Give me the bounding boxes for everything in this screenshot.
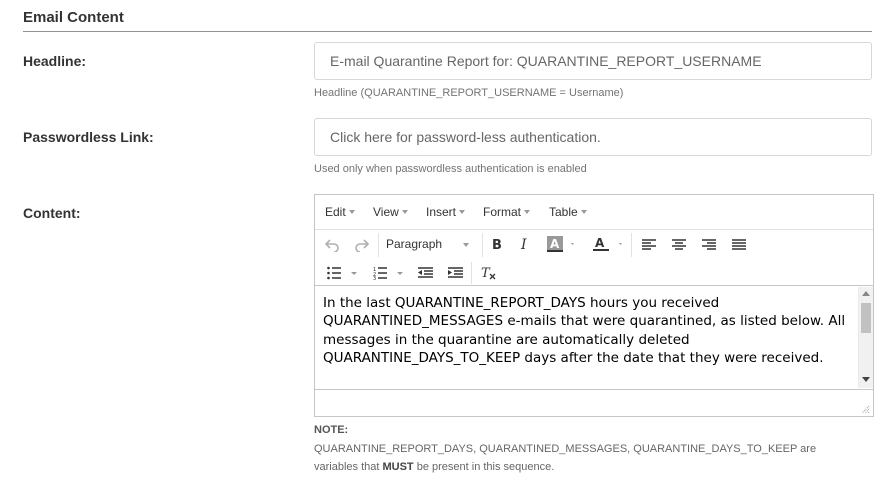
menu-format-label: Format xyxy=(483,205,522,219)
background-color-icon: A xyxy=(547,236,574,252)
note-label: NOTE: xyxy=(314,424,349,436)
svg-text:3: 3 xyxy=(373,276,376,280)
scroll-thumb[interactable] xyxy=(861,303,871,333)
menu-table[interactable]: Table xyxy=(549,205,587,219)
menu-insert-label: Insert xyxy=(426,205,457,219)
clear-formatting-button[interactable]: T xyxy=(481,266,497,280)
undo-icon xyxy=(324,239,339,252)
menu-view[interactable]: View xyxy=(373,205,408,219)
text-color-icon: A xyxy=(593,236,622,251)
svg-text:I: I xyxy=(520,237,527,251)
indent-icon xyxy=(448,267,463,278)
scroll-up-icon[interactable] xyxy=(862,291,870,297)
block-format-select[interactable]: Paragraph xyxy=(386,237,478,251)
headline-help: Headline (QUARANTINE_REPORT_USERNAME = U… xyxy=(314,87,624,99)
clear-formatting-icon: T xyxy=(481,266,496,280)
background-color-button[interactable]: A xyxy=(546,235,576,253)
editor-menubar: Edit View Insert Format Table xyxy=(315,195,873,230)
note-must: MUST xyxy=(382,461,414,473)
align-right-icon xyxy=(702,239,716,250)
menu-view-label: View xyxy=(373,205,399,219)
note-text: QUARANTINE_REPORT_DAYS, QUARANTINED_MESS… xyxy=(314,440,874,476)
menu-insert[interactable]: Insert xyxy=(426,205,466,219)
chevron-down-icon xyxy=(524,210,531,214)
redo-button[interactable] xyxy=(354,238,370,252)
menu-edit[interactable]: Edit xyxy=(325,205,355,219)
align-left-button[interactable] xyxy=(642,239,656,251)
note-prefix: variables that xyxy=(314,461,383,473)
toolbar-separator xyxy=(471,262,472,284)
align-center-button[interactable] xyxy=(672,239,686,251)
outdent-button[interactable] xyxy=(418,267,433,279)
note-suffix: be present in this sequence. xyxy=(413,461,555,473)
passwordless-help: Used only when passwordless authenticati… xyxy=(314,163,587,175)
outdent-icon xyxy=(418,267,433,278)
redo-icon xyxy=(355,239,370,252)
text-color-button[interactable]: A xyxy=(592,235,624,253)
toolbar-separator xyxy=(378,233,379,257)
bullet-list-icon xyxy=(327,266,357,280)
editor-toolbar: Paragraph B I A A 1 2 3 T xyxy=(315,230,873,286)
headline-label: Headline: xyxy=(23,53,87,69)
align-justify-button[interactable] xyxy=(732,239,746,251)
chevron-down-icon xyxy=(348,210,355,214)
chevron-down-icon xyxy=(401,210,408,214)
editor-statusbar xyxy=(315,389,873,417)
svg-text:B: B xyxy=(492,238,502,251)
toolbar-separator xyxy=(482,233,483,257)
chevron-down-icon xyxy=(580,210,587,214)
menu-table-label: Table xyxy=(549,205,578,219)
section-divider xyxy=(23,31,872,32)
passwordless-input[interactable]: Click here for password-less authenticat… xyxy=(314,118,872,156)
editor-content-area[interactable]: In the last QUARANTINE_REPORT_DAYS hours… xyxy=(315,287,873,388)
bullet-list-button[interactable] xyxy=(327,266,359,280)
undo-button[interactable] xyxy=(324,238,340,252)
editor-scrollbar[interactable] xyxy=(858,287,873,388)
passwordless-label: Passwordless Link: xyxy=(23,129,154,145)
indent-button[interactable] xyxy=(448,267,463,279)
section-title: Email Content xyxy=(23,9,124,26)
rich-text-editor: Edit View Insert Format Table Paragraph … xyxy=(314,194,874,417)
svg-text:T: T xyxy=(481,266,491,280)
align-right-button[interactable] xyxy=(702,239,716,251)
bold-button[interactable]: B xyxy=(490,237,504,251)
content-body-text[interactable]: In the last QUARANTINE_REPORT_DAYS hours… xyxy=(323,294,863,367)
svg-text:A: A xyxy=(550,237,560,251)
toolbar-separator xyxy=(631,233,632,257)
note-line-1: QUARANTINE_REPORT_DAYS, QUARANTINED_MESS… xyxy=(314,443,817,455)
align-left-icon xyxy=(642,239,656,250)
block-format-value: Paragraph xyxy=(386,237,443,251)
note-line-2: variables that MUST be present in this s… xyxy=(314,458,874,476)
menu-format[interactable]: Format xyxy=(483,205,531,219)
numbered-list-button[interactable]: 123 xyxy=(373,266,406,280)
italic-button[interactable]: I xyxy=(518,237,532,251)
scroll-down-icon[interactable] xyxy=(862,377,870,383)
chevron-down-icon xyxy=(463,243,469,247)
align-justify-icon xyxy=(732,239,746,250)
headline-input[interactable]: E-mail Quarantine Report for: QUARANTINE… xyxy=(314,42,872,80)
italic-icon: I xyxy=(520,237,527,251)
svg-text:A: A xyxy=(595,236,605,250)
resize-handle-icon[interactable] xyxy=(860,404,870,414)
bold-icon: B xyxy=(492,238,502,251)
content-label: Content: xyxy=(23,205,81,221)
menu-edit-label: Edit xyxy=(325,205,346,219)
chevron-down-icon xyxy=(459,210,466,214)
numbered-list-icon: 123 xyxy=(373,267,403,280)
align-center-icon xyxy=(672,239,686,250)
